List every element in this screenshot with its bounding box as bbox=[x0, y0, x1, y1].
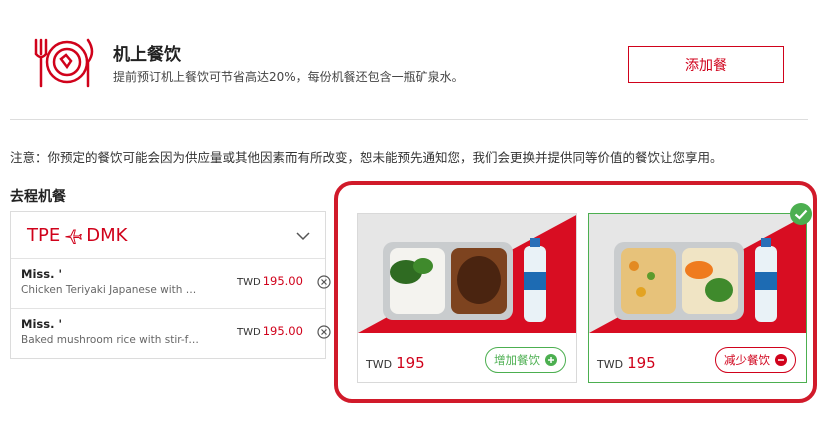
notice-text: 注意：你预定的餐饮可能会因为供应量或其他因素而有所改变，恕未能预先通知您，我们会… bbox=[10, 150, 723, 165]
flight-meal-summary: TPE DMK Miss. ' Chicken Teriyaki Japanes… bbox=[10, 211, 331, 359]
chevron-down-icon[interactable] bbox=[295, 228, 311, 244]
remove-meal-item-button[interactable]: 减少餐饮 bbox=[715, 347, 796, 373]
meal-price: TWD 195 bbox=[366, 354, 425, 372]
page-subtitle: 提前预订机上餐饮可节省高达20%，每份机餐还包含一瓶矿泉水。 bbox=[113, 70, 464, 84]
route-destination: DMK bbox=[86, 225, 128, 246]
passenger-name: Miss. ' bbox=[21, 267, 62, 281]
meal-option-card-selected[interactable]: TWD 195 减少餐饮 bbox=[588, 213, 807, 383]
price-currency: TWD bbox=[237, 327, 261, 338]
meal-amount: 195 bbox=[627, 354, 656, 372]
meal-price: TWD 195 bbox=[597, 354, 656, 372]
close-circle-icon[interactable] bbox=[317, 274, 331, 289]
divider bbox=[10, 119, 808, 120]
add-meal-item-button[interactable]: 增加餐饮 bbox=[485, 347, 566, 373]
check-badge-icon bbox=[789, 202, 813, 226]
meal-amount: 195 bbox=[396, 354, 425, 372]
close-circle-icon[interactable] bbox=[317, 324, 331, 339]
passenger-meal: Baked mushroom rice with stir-frie... bbox=[21, 334, 199, 346]
price-amount: 195.00 bbox=[262, 274, 303, 288]
route-header[interactable]: TPE DMK bbox=[11, 212, 325, 259]
meal-currency: TWD bbox=[366, 358, 393, 371]
passenger-price: TWD 195.00 bbox=[237, 324, 303, 338]
route-origin: TPE bbox=[27, 225, 61, 246]
meal-image bbox=[358, 214, 576, 333]
passenger-row: Miss. ' Baked mushroom rice with stir-fr… bbox=[11, 309, 331, 359]
price-amount: 195.00 bbox=[262, 324, 303, 338]
page-title: 机上餐饮 bbox=[113, 45, 181, 65]
plane-icon bbox=[64, 227, 83, 245]
remove-meal-item-label: 减少餐饮 bbox=[724, 353, 770, 367]
passenger-price: TWD 195.00 bbox=[237, 274, 303, 288]
price-currency: TWD bbox=[237, 277, 261, 288]
meal-currency: TWD bbox=[597, 358, 624, 371]
passenger-row: Miss. ' Chicken Teriyaki Japanese with R… bbox=[11, 259, 331, 309]
meal-option-card[interactable]: TWD 195 增加餐饮 bbox=[357, 213, 577, 383]
passenger-meal: Chicken Teriyaki Japanese with Ri... bbox=[21, 284, 199, 296]
meal-image bbox=[589, 214, 806, 333]
section-title: 去程机餐 bbox=[10, 189, 66, 205]
minus-circle-icon bbox=[775, 354, 787, 366]
meal-plate-icon bbox=[30, 32, 100, 92]
route-label: TPE DMK bbox=[27, 225, 127, 246]
add-meal-item-label: 增加餐饮 bbox=[494, 353, 540, 367]
plus-circle-icon bbox=[545, 354, 557, 366]
passenger-name: Miss. ' bbox=[21, 317, 62, 331]
add-meal-button[interactable]: 添加餐 bbox=[628, 46, 784, 83]
